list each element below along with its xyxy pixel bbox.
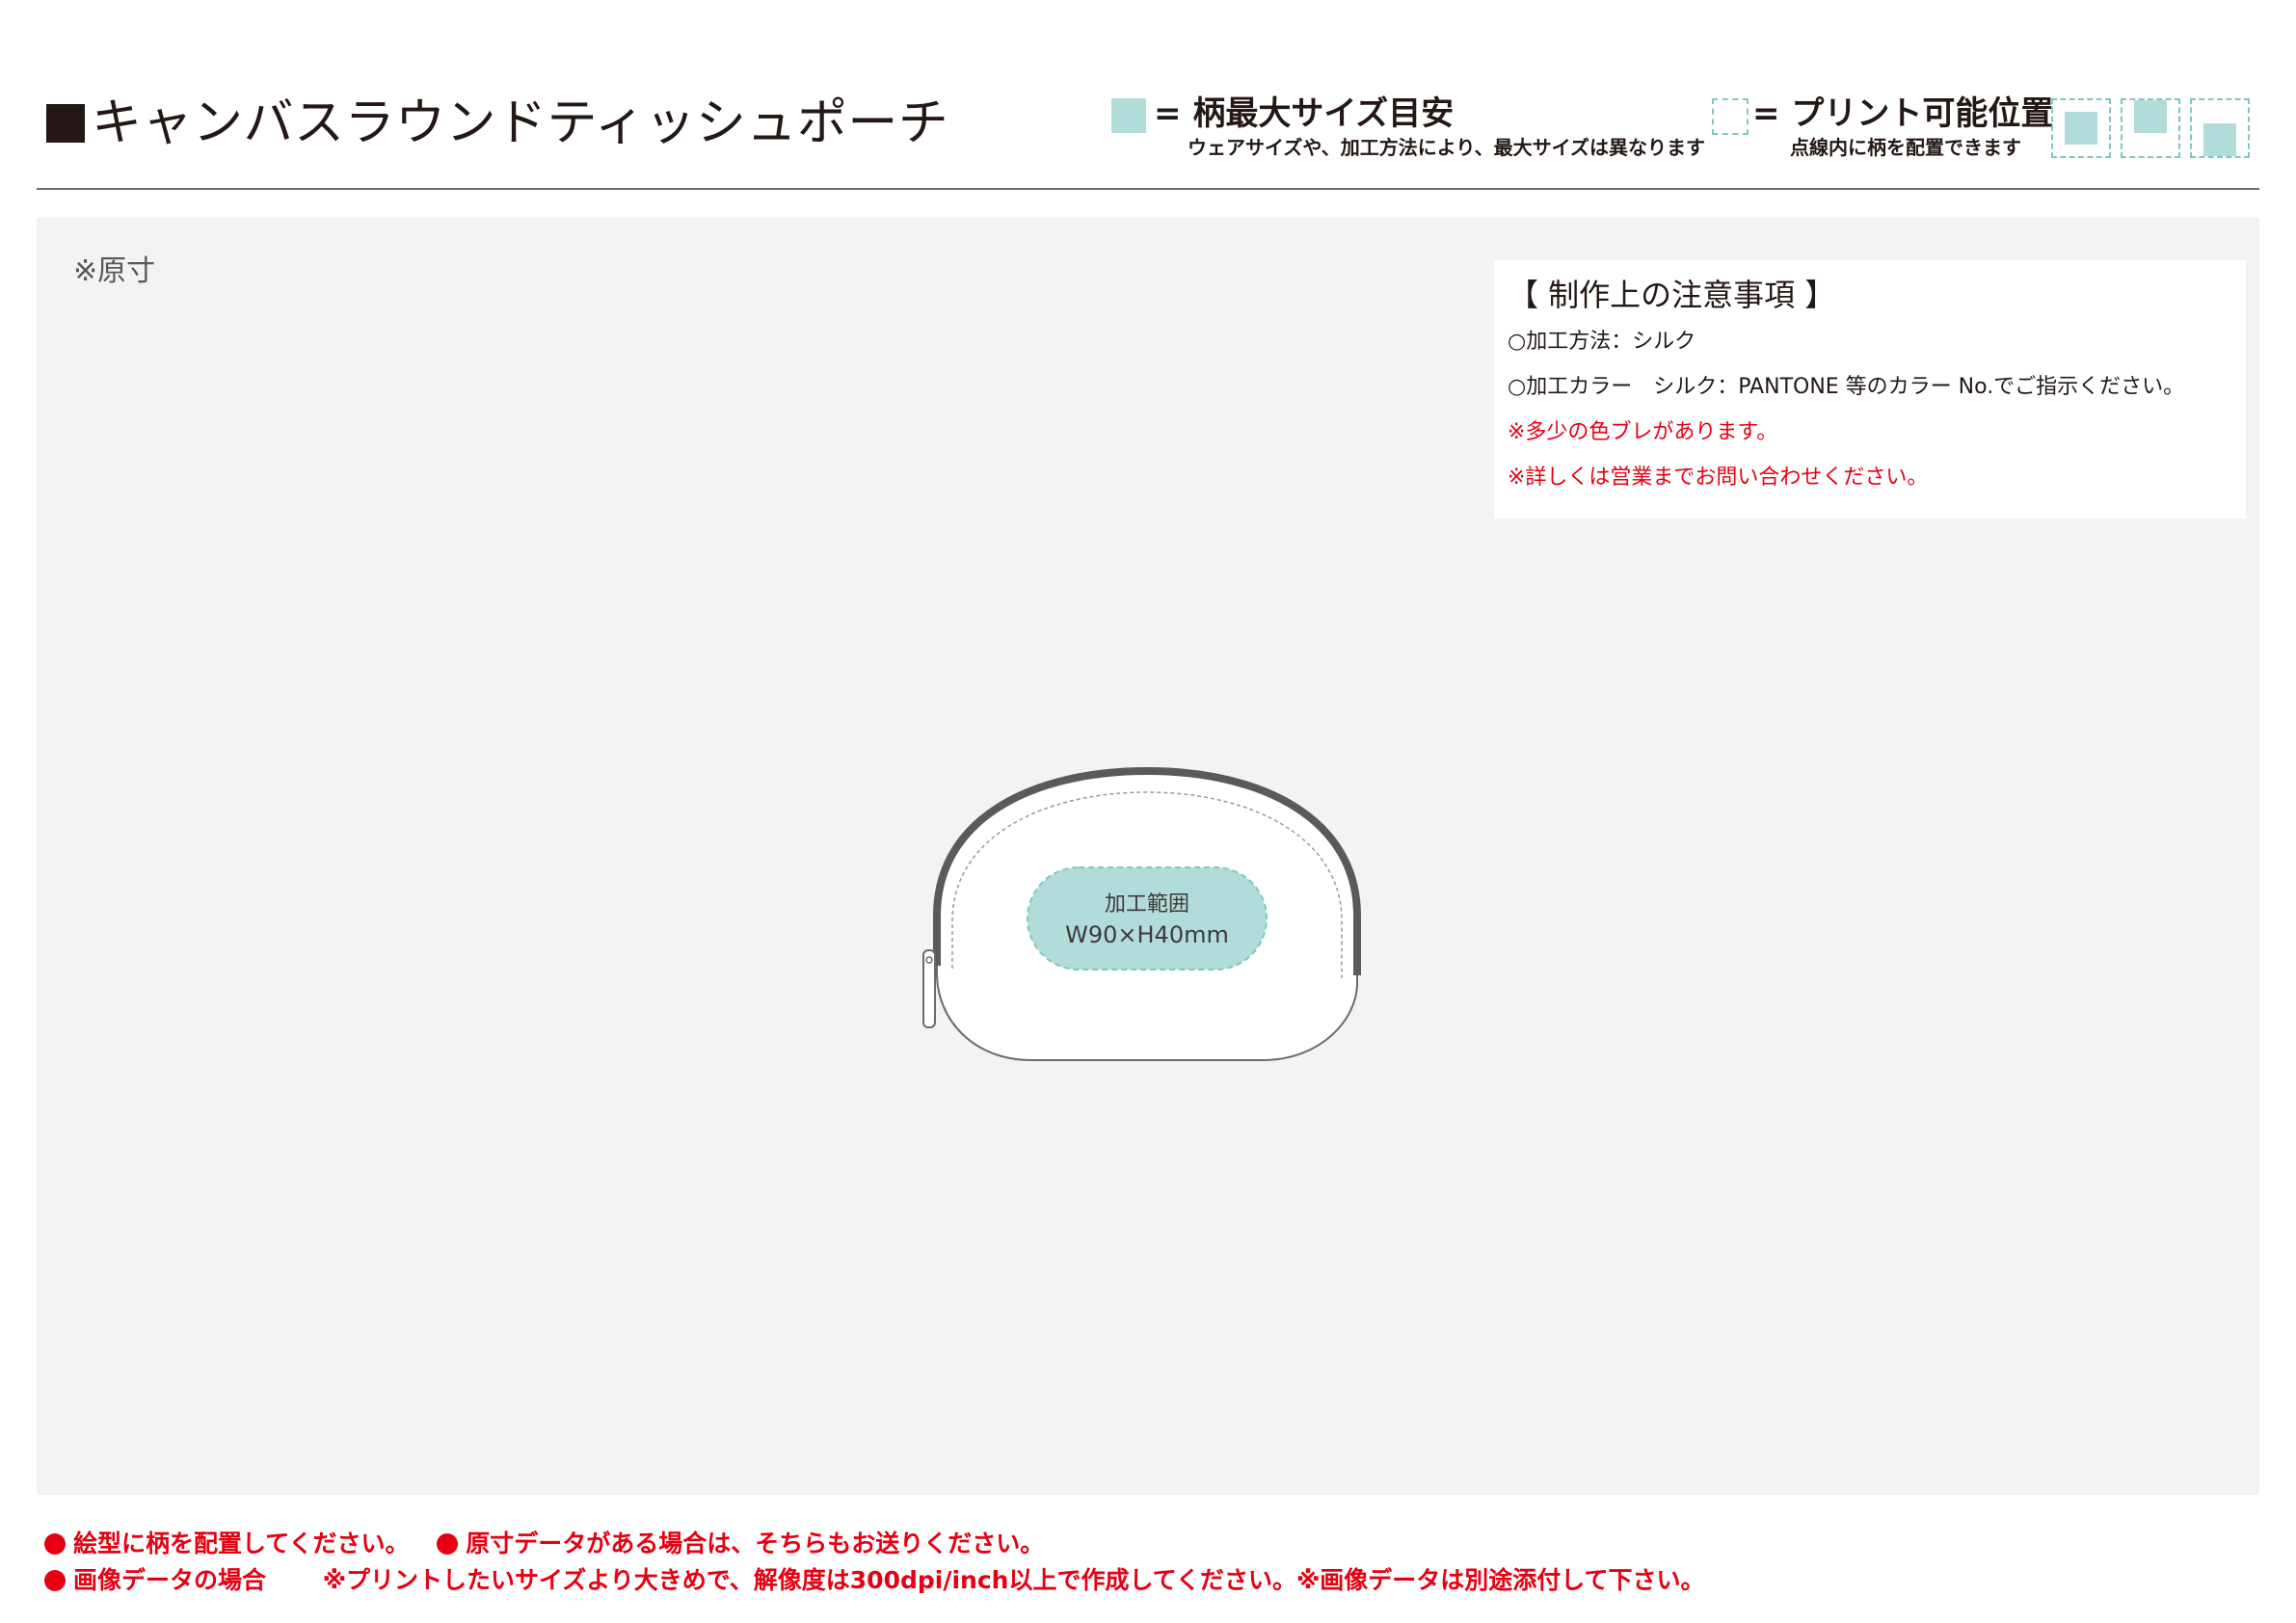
- footer-instructions-2: 画像データの場合 ※プリントしたいサイズより大きめで、解像度は300dpi/in…: [44, 1564, 1724, 1597]
- title-square-icon: [46, 104, 85, 143]
- note-line-warning: ※詳しくは営業までお問い合わせください。: [1508, 466, 1929, 490]
- production-notes-panel: 【 制作上の注意事項 】 ○加工方法：シルク ○加工カラー シルク：PANTON…: [1494, 260, 2246, 519]
- zipper-pull-icon: [922, 949, 936, 1028]
- max-size-swatch: [1111, 98, 1146, 133]
- position-example-bottom: [2190, 98, 2250, 158]
- bullet-icon: [437, 1533, 459, 1555]
- max-size-legend-note: ウェアサイズや、加工方法により、最大サイズは異なります: [1188, 136, 1705, 159]
- footer-text: 画像データの場合: [73, 1566, 267, 1594]
- note-line-warning: ※多少の色ブレがあります。: [1508, 420, 1778, 444]
- print-position-legend-label: = プリント可能位置: [1752, 94, 2054, 133]
- header-divider: [37, 188, 2259, 190]
- footer-item: 原寸データがある場合は、そちらもお送りください。: [437, 1530, 1044, 1557]
- footer-instructions-1: 絵型に柄を配置してください。 原寸データがある場合は、そちらもお送りください。: [44, 1528, 1063, 1560]
- print-area-label: 加工範囲: [1105, 892, 1189, 917]
- scale-note: ※原寸: [73, 254, 156, 288]
- max-size-legend-label: = 柄最大サイズ目安: [1154, 94, 1455, 133]
- page-title: キャンバスラウンドティッシュポーチ: [92, 94, 949, 152]
- print-area-size: W90×H40mm: [1065, 921, 1229, 948]
- position-example-top: [2121, 98, 2180, 158]
- position-fill: [2203, 123, 2236, 156]
- footer-item: ※プリントしたいサイズより大きめで、解像度は300dpi/inch以上で作成して…: [323, 1566, 1705, 1594]
- position-fill: [2134, 100, 2167, 133]
- position-fill: [2065, 112, 2097, 145]
- print-area: [1027, 866, 1268, 971]
- footer-item: 絵型に柄を配置してください。: [44, 1530, 410, 1557]
- position-example-center: [2051, 98, 2111, 158]
- note-line: ○加工カラー シルク：PANTONE 等のカラー No.でご指示ください。: [1508, 375, 2185, 399]
- footer-text: 絵型に柄を配置してください。: [73, 1530, 410, 1557]
- footer-text: ※プリントしたいサイズより大きめで、解像度は300dpi/inch以上で作成して…: [322, 1566, 1705, 1594]
- print-position-legend-note: 点線内に柄を配置できます: [1790, 136, 2021, 159]
- notes-title: 【 制作上の注意事項 】: [1508, 277, 1836, 313]
- footer-text: 原寸データがある場合は、そちらもお送りください。: [466, 1530, 1045, 1557]
- bullet-icon: [44, 1533, 66, 1555]
- print-position-swatch: [1712, 98, 1749, 135]
- footer-item: 画像データの場合: [44, 1566, 266, 1594]
- bullet-icon: [44, 1570, 66, 1591]
- pouch-illustration: 加工範囲 W90×H40mm: [922, 766, 1361, 1061]
- note-line: ○加工方法：シルク: [1508, 330, 1696, 354]
